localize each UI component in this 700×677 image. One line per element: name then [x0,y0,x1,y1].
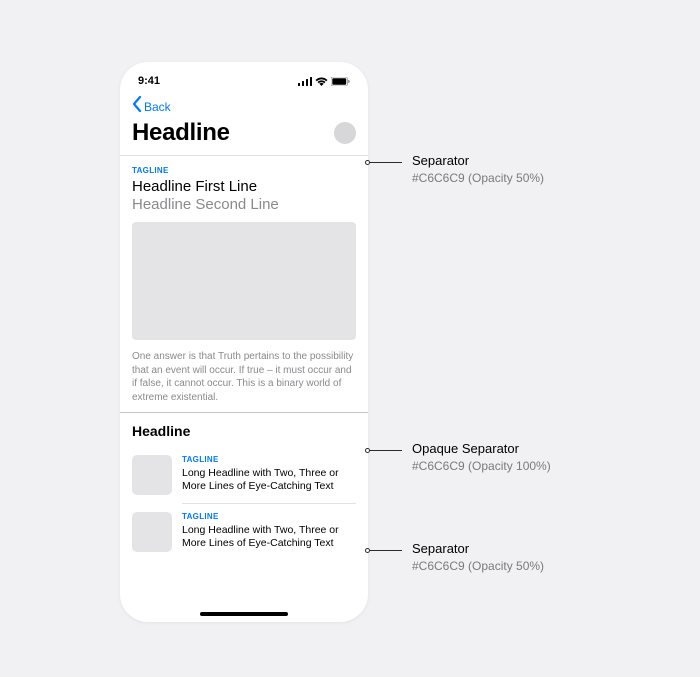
status-icons [298,77,350,86]
annotation-subtitle: #C6C6C9 (Opacity 100%) [412,459,551,473]
annotation-title: Separator [412,153,544,168]
annotation-line [370,162,402,163]
annotation-title: Opaque Separator [412,441,551,456]
article-headline-line1: Headline First Line [132,178,356,196]
annotation-line [370,450,402,451]
section-headline: Headline [120,413,368,447]
annotation: Separator #C6C6C9 (Opacity 50%) [365,541,544,573]
article-body: One answer is that Truth pertains to the… [132,350,356,404]
article-tagline: TAGLINE [132,166,356,175]
annotation: Separator #C6C6C9 (Opacity 50%) [365,153,544,185]
list-item[interactable]: TAGLINE Long Headline with Two, Three or… [120,504,368,560]
list-item-headline: Long Headline with Two, Three or More Li… [182,524,356,550]
annotation-subtitle: #C6C6C9 (Opacity 50%) [412,559,544,573]
back-button[interactable]: Back [144,100,171,114]
phone-frame: 9:41 Back Headline TAGLINE Headline Firs… [120,62,368,622]
status-time: 9:41 [138,75,160,87]
article-image-placeholder [132,222,356,340]
status-bar: 9:41 [120,62,368,92]
thumbnail-placeholder [132,512,172,552]
annotation-subtitle: #C6C6C9 (Opacity 50%) [412,171,544,185]
page-title: Headline [132,119,230,147]
nav-bar: Back [120,92,368,119]
thumbnail-placeholder [132,455,172,495]
cellular-icon [298,77,312,86]
article-headline-line2: Headline Second Line [132,196,356,214]
list-item-tagline: TAGLINE [182,455,356,464]
battery-icon [331,77,350,86]
annotation-title: Separator [412,541,544,556]
list-item-tagline: TAGLINE [182,512,356,521]
wifi-icon [315,77,328,86]
annotation-line [370,550,402,551]
annotation: Opaque Separator #C6C6C9 (Opacity 100%) [365,441,551,473]
list-item[interactable]: TAGLINE Long Headline with Two, Three or… [120,447,368,503]
article-card[interactable]: TAGLINE Headline First Line Headline Sec… [120,156,368,412]
avatar[interactable] [334,122,356,144]
back-chevron-icon[interactable] [132,96,142,117]
list-item-headline: Long Headline with Two, Three or More Li… [182,467,356,493]
header-row: Headline [120,119,368,155]
home-indicator[interactable] [200,612,288,616]
